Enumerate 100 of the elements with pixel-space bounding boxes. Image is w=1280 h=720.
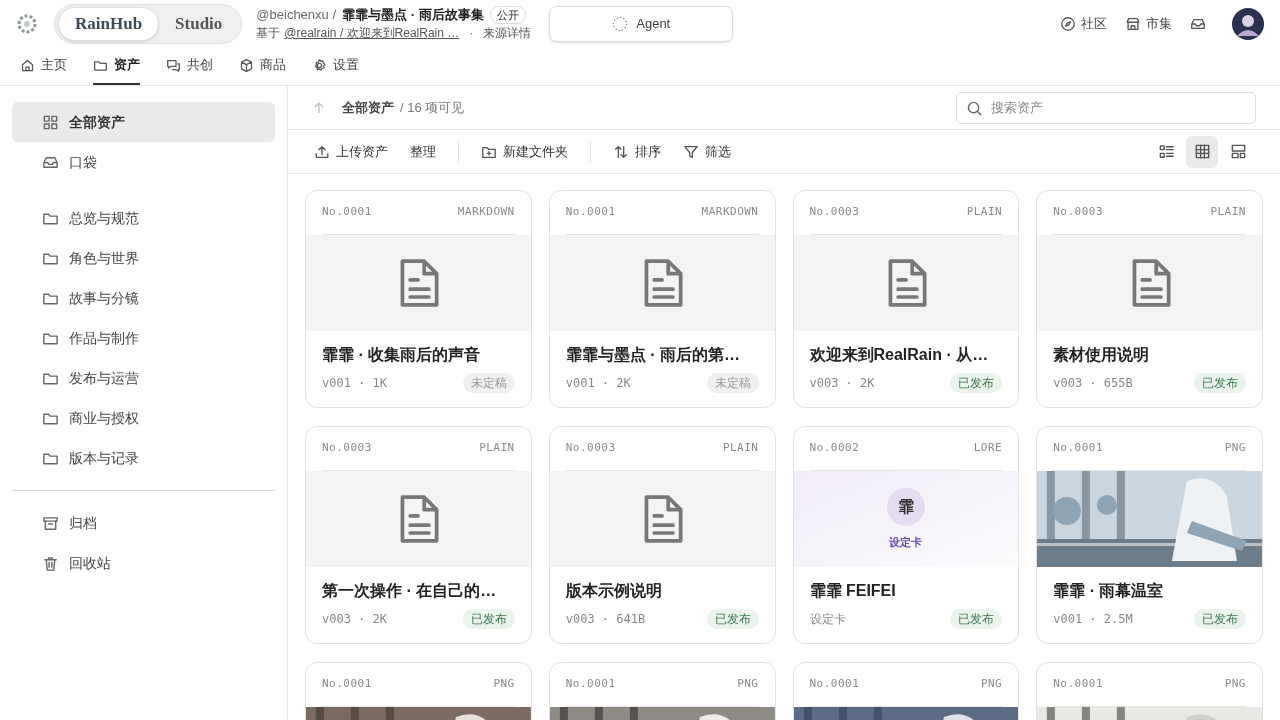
asset-type: PLAIN xyxy=(479,440,515,457)
toolbar-button[interactable]: 排序 xyxy=(613,141,661,162)
nav-link[interactable]: 市集 xyxy=(1125,14,1172,34)
agent-button[interactable]: Agent xyxy=(549,6,734,42)
asset-card[interactable]: No.0001 MARKDOWN 霏霏 · 收集雨后的声音 v001 · 1K 未定稿 xyxy=(305,190,532,408)
status-badge: 已发布 xyxy=(1194,373,1246,393)
list-view-icon xyxy=(1157,143,1175,160)
asset-meta: v003 · 2K xyxy=(809,375,875,392)
sidebar-item[interactable]: 故事与分镜 xyxy=(12,278,275,318)
brand-tab[interactable]: Studio xyxy=(159,7,239,41)
sidebar-item[interactable]: 角色与世界 xyxy=(12,238,275,278)
asset-card[interactable]: No.0001 PNG xyxy=(792,662,1020,720)
asset-meta: v001 · 2K xyxy=(565,375,631,392)
asset-type: LORE xyxy=(973,440,1003,457)
logo-icon[interactable] xyxy=(16,13,38,35)
source-link[interactable]: @realrain / 欢迎来到RealRain … xyxy=(284,24,460,42)
asset-type: MARKDOWN xyxy=(457,204,515,221)
asset-number: No.0003 xyxy=(1053,204,1104,221)
archive-icon xyxy=(42,514,59,532)
asset-type: PNG xyxy=(1224,440,1246,457)
brand-tab[interactable]: RainHub xyxy=(58,7,160,41)
sidebar-item[interactable]: 作品与制作 xyxy=(12,318,275,358)
based-on-text: 基于 xyxy=(256,25,281,42)
separator-dot: · xyxy=(469,25,474,42)
toolbar-button[interactable]: 上传资产 xyxy=(314,141,388,162)
trash-icon xyxy=(42,554,59,572)
nav-tab[interactable]: 共创 xyxy=(166,47,213,85)
asset-card[interactable]: No.0003 PLAIN 版本示例说明 v003 · 641B 已发布 xyxy=(548,426,776,644)
sidebar-item[interactable]: 回收站 xyxy=(12,543,275,583)
source-details-link[interactable]: 来源详情 xyxy=(483,24,532,42)
owner-text: @beichenxu / xyxy=(256,6,337,24)
nav-tab[interactable]: 商品 xyxy=(239,47,286,85)
box-icon xyxy=(239,57,254,73)
asset-card[interactable]: No.0001 PNG xyxy=(548,662,776,720)
view-mode-button[interactable] xyxy=(1186,135,1218,168)
asset-meta: 设定卡 xyxy=(809,611,846,628)
asset-number: No.0001 xyxy=(565,676,616,693)
asset-title: 霏霏与墨点 · 雨后的第… xyxy=(565,345,741,365)
asset-card[interactable]: No.0003 PLAIN 第一次操作 · 在自己的… v003 · 2K 已发布 xyxy=(305,426,532,644)
asset-number: No.0003 xyxy=(322,440,372,457)
gear-icon xyxy=(312,57,327,73)
asset-type: PLAIN xyxy=(966,204,1003,221)
avatar[interactable] xyxy=(1232,8,1264,40)
nav-tab[interactable]: 资产 xyxy=(93,47,140,85)
nav-tab[interactable]: 设置 xyxy=(312,47,359,85)
asset-number: No.0001 xyxy=(565,204,616,221)
search-field[interactable]: 搜索资产 xyxy=(956,91,1256,124)
asset-type: PNG xyxy=(980,676,1003,693)
asset-type: PLAIN xyxy=(1210,204,1246,221)
spinner-icon xyxy=(612,16,629,32)
asset-type: PLAIN xyxy=(722,440,759,457)
status-badge: 已发布 xyxy=(950,373,1003,393)
status-badge: 已发布 xyxy=(706,609,759,629)
visible-count: / 16 项可见 xyxy=(400,98,465,117)
asset-type: PNG xyxy=(737,676,759,693)
asset-type: MARKDOWN xyxy=(701,204,759,221)
grid-icon xyxy=(42,113,59,131)
toolbar-button[interactable]: 筛选 xyxy=(683,141,731,162)
asset-meta: v001 · 1K xyxy=(322,375,388,392)
asset-title: 版本示例说明 xyxy=(565,581,663,601)
sort-icon xyxy=(613,143,629,160)
status-badge: 未定稿 xyxy=(462,373,515,393)
asset-card[interactable]: No.0003 PLAIN 素材使用说明 v003 · 655B 已发布 xyxy=(1036,190,1263,408)
asset-meta: v001 · 2.5M xyxy=(1053,611,1133,628)
asset-card[interactable]: No.0003 PLAIN 欢迎来到RealRain · 从… v003 · 2K 已发布 xyxy=(792,190,1020,408)
grid-view-icon xyxy=(1193,143,1211,160)
sidebar-item[interactable]: 全部资产 xyxy=(12,102,275,142)
asset-type: PNG xyxy=(1224,676,1246,693)
toolbar-button[interactable]: 新建文件夹 xyxy=(481,141,568,162)
sidebar-item[interactable]: 总览与规范 xyxy=(12,198,275,238)
asset-card[interactable]: No.0001 PNG xyxy=(305,662,532,720)
asset-number: No.0003 xyxy=(809,204,860,221)
sidebar-item[interactable]: 发布与运营 xyxy=(12,358,275,398)
toolbar-button[interactable]: 整理 xyxy=(410,141,436,162)
status-badge: 已发布 xyxy=(1194,609,1246,629)
nav-link[interactable]: 社区 xyxy=(1060,14,1107,34)
sidebar-item[interactable]: 商业与授权 xyxy=(12,398,275,438)
asset-card[interactable]: No.0001 PNG xyxy=(1036,662,1263,720)
upload-icon xyxy=(314,143,330,160)
sidebar-item[interactable]: 归档 xyxy=(12,503,275,543)
lore-label: 设定卡 xyxy=(889,534,923,550)
asset-title: 欢迎来到RealRain · 从… xyxy=(809,345,990,365)
home-icon xyxy=(20,57,35,73)
asset-title: 霏霏 · 收集雨后的声音 xyxy=(322,345,482,365)
asset-number: No.0003 xyxy=(565,440,616,457)
compass-icon xyxy=(1060,16,1076,32)
breadcrumb-current[interactable]: 全部资产 xyxy=(342,97,394,118)
status-badge: 已发布 xyxy=(950,609,1003,629)
nav-tab[interactable]: 主页 xyxy=(20,47,67,85)
lore-avatar: 霏 xyxy=(886,487,925,526)
asset-card[interactable]: No.0001 MARKDOWN 霏霏与墨点 · 雨后的第… v001 · 2K 未定稿 xyxy=(548,190,776,408)
asset-card[interactable]: No.0001 PNG 霏霏 · 雨幕温室 v001 · 2.5M 已发布 xyxy=(1036,426,1263,644)
asset-card[interactable]: No.0002 LORE 霏 设定卡 霏霏 FEIFEI 设定卡 已发布 xyxy=(792,426,1020,644)
asset-number: No.0001 xyxy=(809,676,860,693)
filter-icon xyxy=(683,143,699,160)
sidebar-item[interactable]: 口袋 xyxy=(12,142,275,182)
asset-number: No.0001 xyxy=(322,676,372,693)
sidebar-item[interactable]: 版本与记录 xyxy=(12,438,275,478)
asset-meta: v003 · 655B xyxy=(1053,375,1133,392)
inbox-icon[interactable] xyxy=(1190,16,1206,32)
